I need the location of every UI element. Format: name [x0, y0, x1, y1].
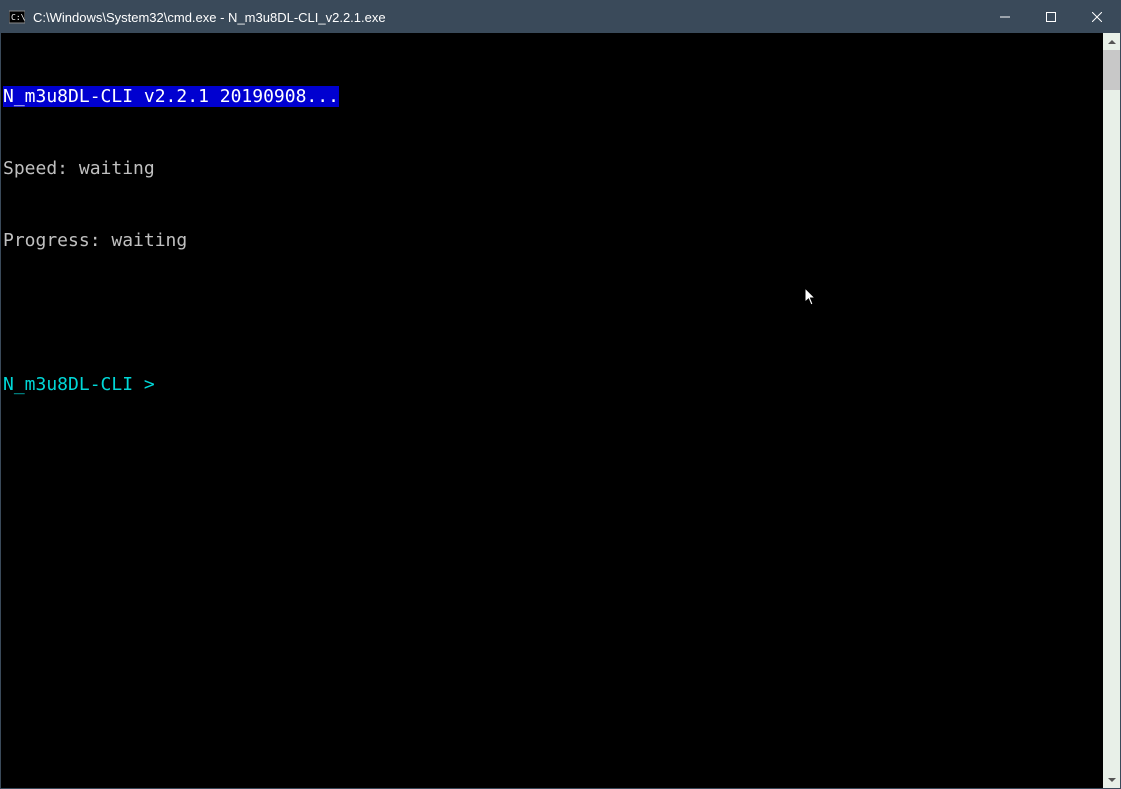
cmd-icon: C:\ — [9, 9, 25, 25]
blank-line — [3, 301, 1101, 325]
window-controls — [982, 1, 1120, 33]
scroll-up-button[interactable] — [1103, 33, 1120, 50]
scroll-track[interactable] — [1103, 50, 1120, 771]
cmd-window: C:\ C:\Windows\System32\cmd.exe - N_m3u8… — [0, 0, 1121, 789]
window-title: C:\Windows\System32\cmd.exe - N_m3u8DL-C… — [33, 10, 982, 25]
progress-line: Progress: waiting — [3, 229, 1101, 253]
titlebar[interactable]: C:\ C:\Windows\System32\cmd.exe - N_m3u8… — [1, 1, 1120, 33]
close-button[interactable] — [1074, 1, 1120, 33]
client-area: N_m3u8DL-CLI v2.2.1 20190908... Speed: w… — [1, 33, 1120, 788]
prompt-line: N_m3u8DL-CLI > — [3, 374, 166, 395]
scroll-down-button[interactable] — [1103, 771, 1120, 788]
terminal-output[interactable]: N_m3u8DL-CLI v2.2.1 20190908... Speed: w… — [1, 33, 1103, 788]
svg-text:C:\: C:\ — [11, 13, 25, 22]
speed-line: Speed: waiting — [3, 157, 1101, 181]
maximize-button[interactable] — [1028, 1, 1074, 33]
minimize-button[interactable] — [982, 1, 1028, 33]
app-header-line: N_m3u8DL-CLI v2.2.1 20190908... — [3, 86, 339, 107]
scroll-thumb[interactable] — [1103, 50, 1120, 90]
vertical-scrollbar[interactable] — [1103, 33, 1120, 788]
